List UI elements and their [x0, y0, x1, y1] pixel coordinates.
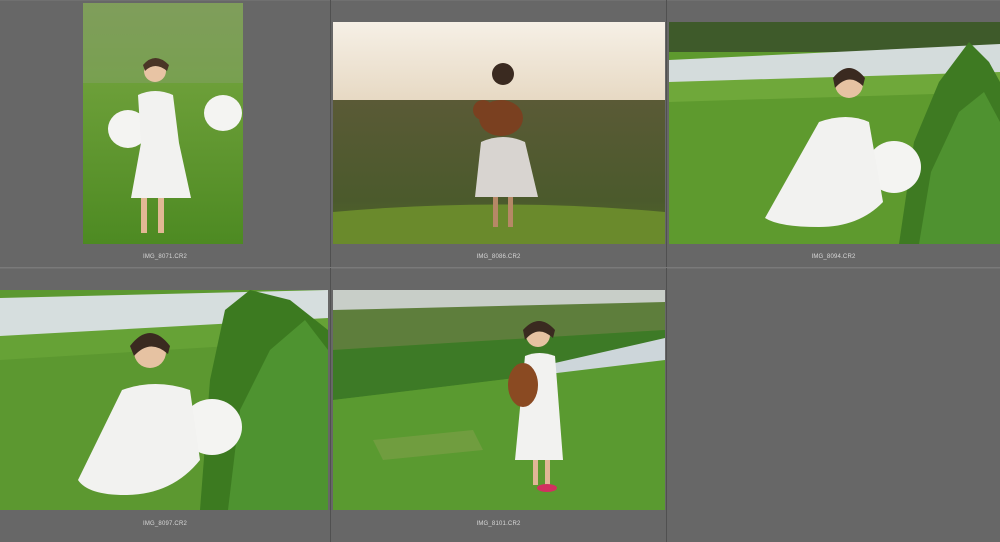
- filename-label: IMG_8094.CR2: [811, 254, 856, 260]
- photo-thumbnail[interactable]: [669, 22, 1000, 244]
- girl-sitting-with-balloon-closeup-photo: [0, 290, 328, 510]
- filename-label: IMG_8101.CR2: [476, 521, 521, 527]
- grid-cell-empty: [667, 268, 1000, 542]
- grid-cell-3[interactable]: IMG_8094.CR2: [667, 0, 1000, 267]
- girl-sitting-with-balloon-photo: [669, 22, 1000, 244]
- filename-label: IMG_8071.CR2: [142, 254, 188, 260]
- grid-cell-4[interactable]: IMG_8097.CR2: [0, 268, 330, 542]
- girl-with-teddy-bear-backlit-photo: [333, 22, 665, 244]
- photo-thumbnail[interactable]: [0, 290, 328, 510]
- grid-cell-2[interactable]: IMG_8086.CR2: [331, 0, 666, 267]
- grid-cell-1[interactable]: IMG_8071.CR2: [0, 0, 330, 267]
- photo-thumbnail[interactable]: [83, 3, 243, 244]
- photo-thumbnail[interactable]: [333, 22, 665, 244]
- filename-label: IMG_8086.CR2: [476, 254, 521, 260]
- photo-thumbnail[interactable]: [333, 290, 665, 510]
- grid-cell-5[interactable]: IMG_8101.CR2: [331, 268, 666, 542]
- girl-with-teddy-bear-on-hill-photo: [333, 290, 665, 510]
- girl-with-balloons-standing-photo: [83, 3, 243, 244]
- filename-label: IMG_8097.CR2: [142, 521, 188, 527]
